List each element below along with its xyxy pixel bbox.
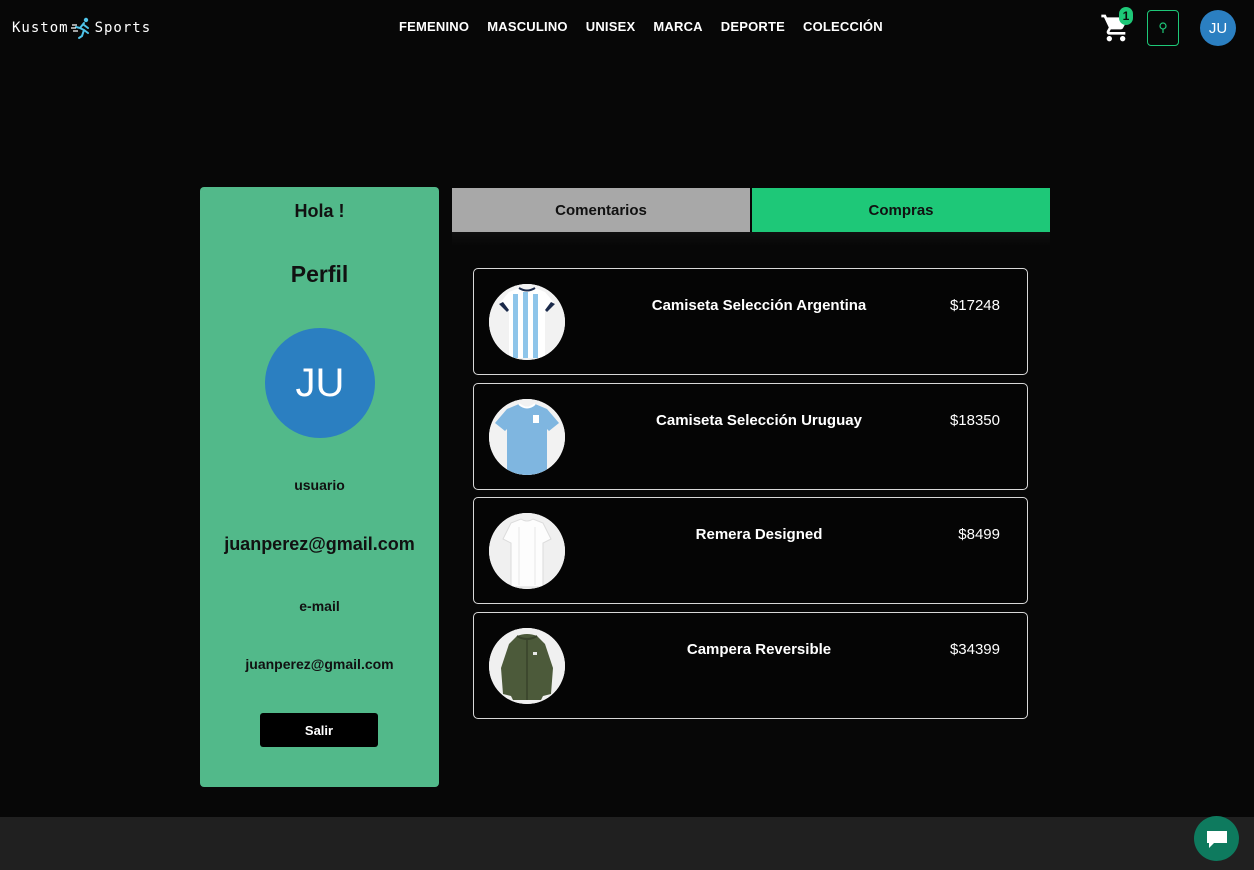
tab-compras[interactable]: Compras <box>752 188 1050 232</box>
profile-card: Hola ! Perfil JU usuario juanperez@gmail… <box>200 187 439 787</box>
product-price: $18350 <box>949 412 1000 429</box>
nav-unisex[interactable]: UNISEX <box>586 19 636 34</box>
product-thumbnail <box>489 628 565 704</box>
logout-button[interactable]: Salir <box>260 713 378 747</box>
product-thumbnail <box>489 284 565 360</box>
profile-avatar: JU <box>265 328 375 438</box>
profile-title: Perfil <box>290 261 349 287</box>
product-name: Camiseta Selección Uruguay <box>656 412 862 429</box>
profile-tabs: Comentarios Compras <box>452 188 1050 232</box>
product-price: $34399 <box>949 641 1000 658</box>
purchase-item[interactable]: Camiseta Selección Argentina $17248 <box>473 268 1028 375</box>
brand-left-text: Kustom <box>12 20 69 36</box>
purchase-item[interactable]: Remera Designed $8499 <box>473 497 1028 604</box>
email-label: e-mail <box>299 598 340 614</box>
username-label: usuario <box>294 477 345 493</box>
nav-coleccion[interactable]: COLECCIÓN <box>803 19 883 34</box>
tabs-divider <box>452 232 1050 246</box>
location-pin-icon <box>1159 22 1167 33</box>
brand-right-text: Sports <box>94 20 152 36</box>
nav-deporte[interactable]: DEPORTE <box>721 19 785 34</box>
tshirt-white-image <box>489 513 565 589</box>
nav-masculino[interactable]: MASCULINO <box>487 19 568 34</box>
product-price: $17248 <box>949 297 1000 314</box>
product-thumbnail <box>489 513 565 589</box>
purchase-item[interactable]: Campera Reversible $34399 <box>473 612 1028 719</box>
username-value: juanperez@gmail.com <box>224 534 415 554</box>
product-thumbnail <box>489 399 565 475</box>
location-button[interactable] <box>1147 10 1179 46</box>
tab-comentarios[interactable]: Comentarios <box>452 188 750 232</box>
top-navbar: Kustom Sports FEMENINO MASCULINO UNISEX … <box>0 0 1254 56</box>
product-name: Campera Reversible <box>686 641 832 658</box>
nav-marca[interactable]: MARCA <box>653 19 702 34</box>
main-nav: FEMENINO MASCULINO UNISEX MARCA DEPORTE … <box>399 19 883 34</box>
user-avatar[interactable]: JU <box>1200 10 1236 46</box>
chat-button[interactable] <box>1194 816 1239 861</box>
product-price: $8499 <box>958 526 1000 543</box>
jersey-uruguay-image <box>489 399 565 475</box>
product-name: Remera Designed <box>695 526 823 543</box>
greeting: Hola ! <box>294 201 345 221</box>
nav-femenino[interactable]: FEMENINO <box>399 19 469 34</box>
footer <box>0 817 1254 870</box>
email-value: juanperez@gmail.com <box>245 656 394 672</box>
product-name: Camiseta Selección Argentina <box>651 297 867 314</box>
purchase-item[interactable]: Camiseta Selección Uruguay $18350 <box>473 383 1028 490</box>
jersey-argentina-image <box>489 284 565 360</box>
jacket-olive-image <box>489 628 565 704</box>
brand-logo[interactable]: Kustom Sports <box>12 16 151 40</box>
runner-icon <box>70 17 89 39</box>
chat-bubble-icon <box>1206 830 1227 848</box>
cart-count-badge: 1 <box>1119 7 1133 25</box>
